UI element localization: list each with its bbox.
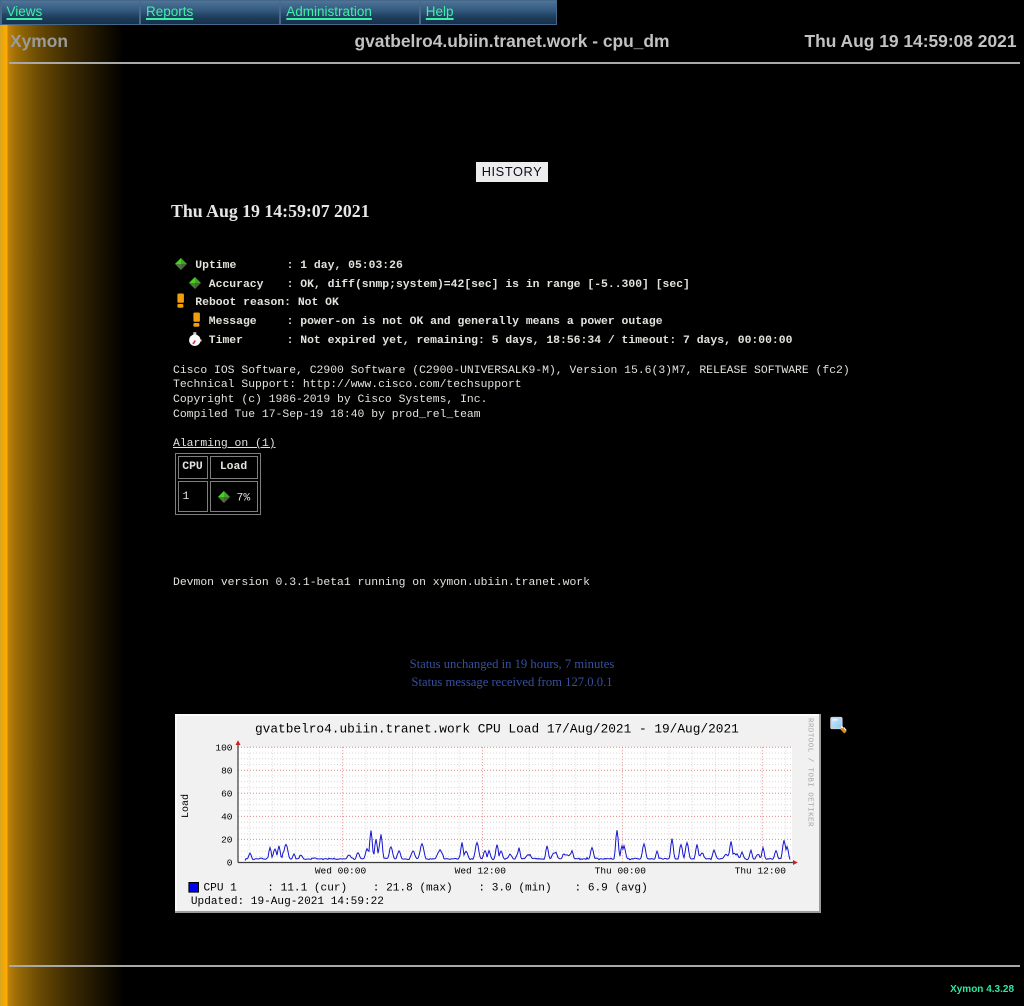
svg-text:80: 80 (221, 765, 233, 776)
svg-text:gvatbelro4.ubiin.tranet.work C: gvatbelro4.ubiin.tranet.work CPU Load 17… (255, 722, 739, 737)
svg-text:100: 100 (215, 742, 232, 753)
svg-text:: 11.1 (cur): : 11.1 (cur) (267, 883, 347, 895)
svg-text:40: 40 (221, 812, 233, 823)
svg-text:: 21.8 (max): : 21.8 (max) (373, 883, 453, 895)
svg-text:Load: Load (180, 794, 192, 818)
svg-text:Wed 12:00: Wed 12:00 (455, 865, 507, 876)
svg-text:Wed 00:00: Wed 00:00 (315, 865, 367, 876)
svg-text:Thu 12:00: Thu 12:00 (735, 865, 787, 876)
svg-text:: 6.9 (avg): : 6.9 (avg) (575, 883, 648, 895)
svg-text:: 3.0 (min): : 3.0 (min) (478, 883, 551, 895)
svg-text:20: 20 (221, 835, 233, 846)
svg-text:CPU 1: CPU 1 (204, 883, 238, 895)
svg-text:60: 60 (221, 788, 233, 799)
svg-text:Updated: 19-Aug-2021 14:59:22: Updated: 19-Aug-2021 14:59:22 (191, 896, 384, 908)
svg-text:Thu 00:00: Thu 00:00 (595, 865, 647, 876)
svg-text:0: 0 (227, 858, 233, 869)
svg-text:RRDTOOL / TOBI OETIKER: RRDTOOL / TOBI OETIKER (806, 718, 814, 827)
